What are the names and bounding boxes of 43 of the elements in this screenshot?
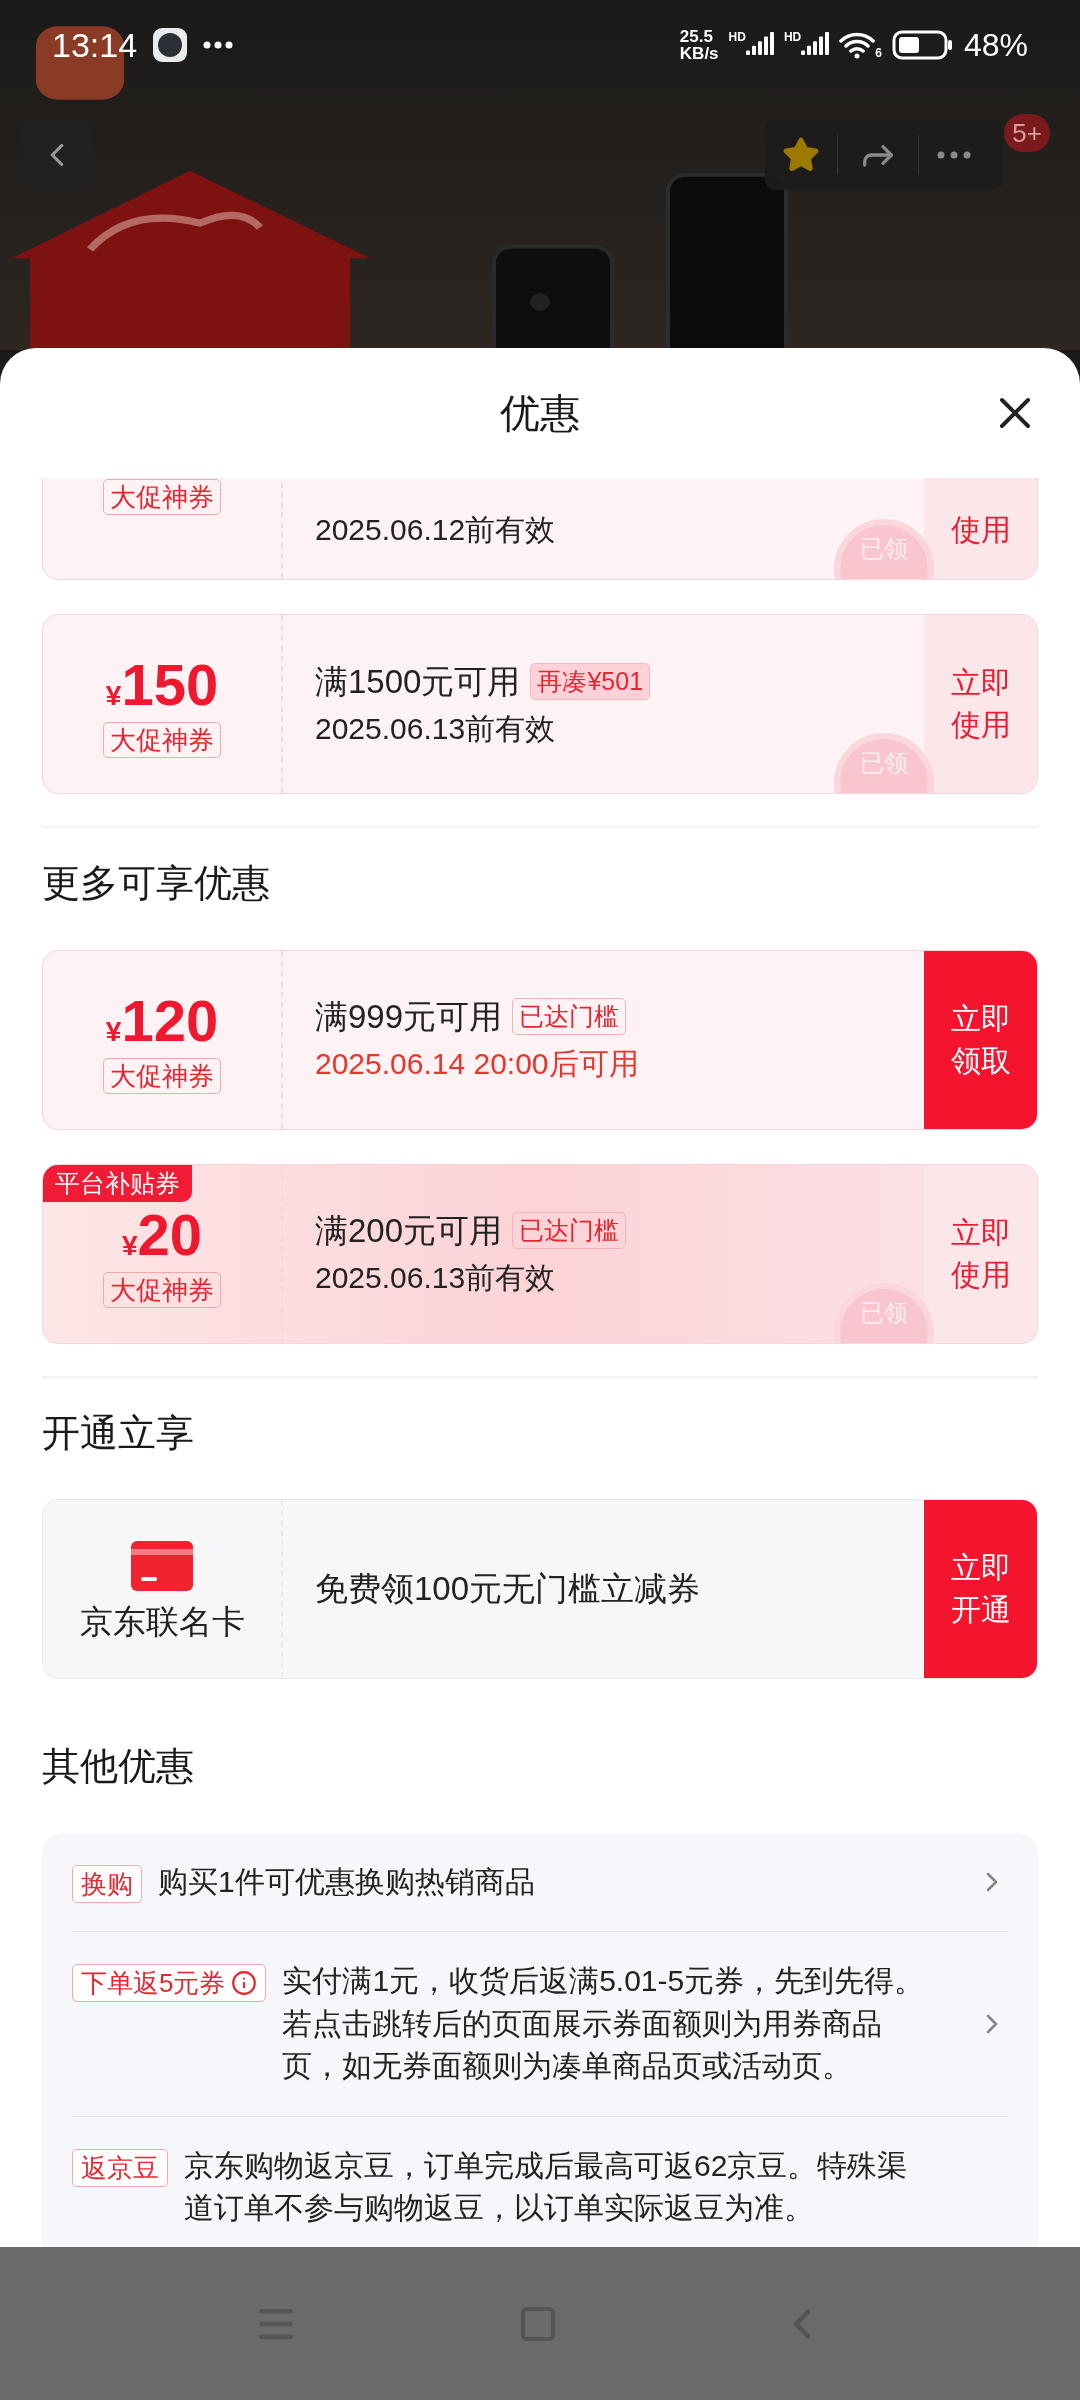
network-type-label: HD [783,31,802,43]
coupon-status-tag: 已达门槛 [512,998,627,1036]
coupon-type-tag: 大促神券 [103,722,221,758]
offer-tag: 返京豆 [72,2148,168,2187]
coupon-condition: 满1500元可用 [315,661,521,702]
claim-button[interactable]: 立即 领取 [924,950,1037,1129]
use-button[interactable]: 使用 [924,478,1037,579]
offer-row[interactable]: 换购 购买1件可优惠换购热销商品 [72,1832,1008,1932]
coupon-status-tag: 再凑¥501 [530,662,651,700]
network-speed-unit: KB/s [679,45,719,62]
coupon-corner-label: 平台补贴券 [43,1164,192,1202]
sheet-title: 优惠 [500,390,580,437]
offer-description: 实付满1元，收货后返满5.01-5元券，先到先得。若点击跳转后的页面展示券面额则为用券商品页，如无券面额则为凑单商品页或活动页。 [282,1963,926,2085]
use-button[interactable]: 立即 使用 [924,615,1037,793]
coupon-type-tag: 大促神券 [103,1271,221,1308]
card-offer-text: 免费领100元无门槛立减券 [315,1569,701,1610]
offer-description: 京东购物返京豆，订单完成后最高可返62京豆。特殊渠道订单不参与购物返豆，以订单实际返豆为准。 [184,2147,909,2227]
use-button[interactable]: 立即 使用 [924,1164,1037,1343]
coupon-validity: 2025.06.13前有效 [315,710,557,747]
offer-tag: 下单返5元券 [72,1964,267,2003]
coupon-amount: ¥120 [105,991,219,1050]
coupon-amount: ¥20 [121,1205,203,1264]
offer-tag: 换购 [72,1864,142,1903]
network-type-label: HD [728,31,746,43]
clock-time: 13:14 [52,24,138,66]
offer-row[interactable]: 下单返5元券 实付满1元，收货后返满5.01-5元券，先到先得。若点击跳转后的页面展示券面额则为用券商品页，如无券面额则为凑单商品页或活动页。 [72,1931,1008,2116]
card-name: 京东联名卡 [79,1604,245,1638]
coupon-condition: 满200元可用 [315,1211,503,1252]
coupon-condition: 满999元可用 [315,997,503,1038]
wifi-label: 6 [875,47,882,59]
section-heading: 更多可享优惠 [42,861,271,906]
battery-percent: 48% [963,26,1028,65]
coupon-validity: 2025.06.14 20:00后可用 [315,1046,640,1083]
coupon-type-tag: 大促神券 [103,1057,221,1094]
offer-description: 购买1件可优惠换购热销商品 [158,1863,536,1900]
coupon-amount: ¥150 [105,656,219,714]
coupon-status-tag: 已达门槛 [512,1212,627,1250]
coupon-type-tag: 大促神券 [103,479,221,515]
section-heading: 其他优惠 [42,1744,195,1789]
section-heading: 开通立享 [42,1410,195,1456]
coupon-validity: 2025.06.13前有效 [315,1260,557,1297]
activate-button[interactable]: 立即 开通 [924,1500,1037,1678]
network-speed: 25.5 [679,28,714,45]
